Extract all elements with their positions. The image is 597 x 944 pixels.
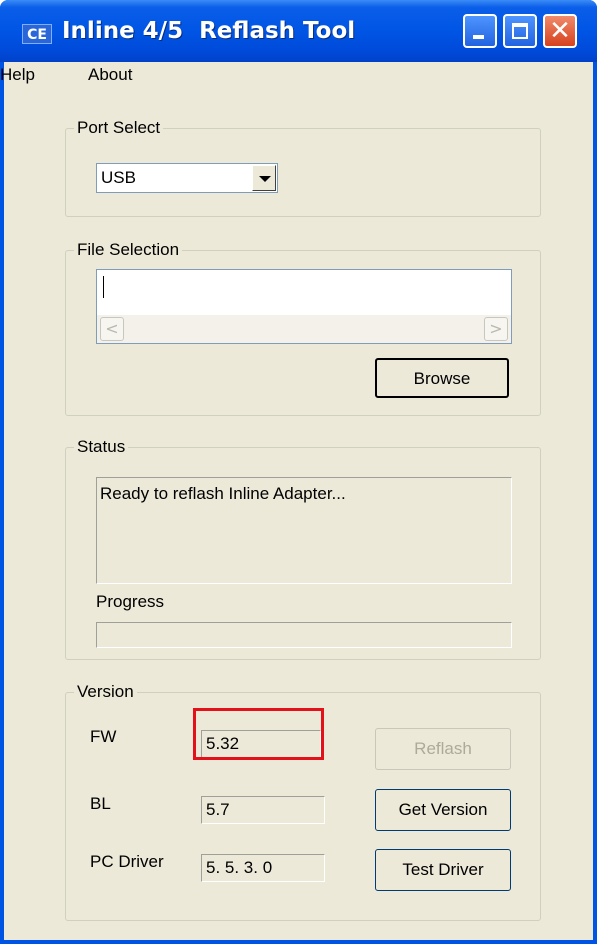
test-driver-button[interactable]: Test Driver — [375, 849, 511, 891]
port-select-legend: Port Select — [77, 118, 161, 137]
menu-bar: Help About — [0, 62, 593, 88]
file-path-field[interactable]: < > — [96, 269, 512, 344]
fw-highlight-box — [193, 708, 324, 760]
status-legend: Status — [77, 437, 126, 456]
port-select-dropdown[interactable]: USB — [96, 163, 278, 193]
close-button[interactable]: ✕ — [543, 14, 577, 48]
window-title: Inline 4/5 Reflash Tool — [62, 18, 356, 44]
menu-help[interactable]: Help — [0, 65, 35, 85]
file-selection-legend: File Selection — [77, 240, 180, 259]
close-icon: ✕ — [549, 16, 571, 46]
scroll-right-icon[interactable]: > — [484, 317, 508, 341]
bl-label: BL — [90, 794, 111, 813]
get-version-button[interactable]: Get Version — [375, 789, 511, 831]
status-message: Ready to reflash Inline Adapter... — [100, 484, 346, 503]
dialog-client-area: Help About Port Select USB File Selectio… — [0, 62, 593, 940]
dropdown-button[interactable] — [252, 165, 276, 191]
maximize-button[interactable] — [503, 14, 537, 48]
horizontal-scrollbar[interactable]: < > — [97, 315, 511, 343]
progress-label: Progress — [96, 592, 165, 611]
chevron-down-icon — [259, 176, 271, 182]
reflash-button[interactable]: Reflash — [375, 728, 511, 770]
menu-about[interactable]: About — [88, 65, 132, 85]
app-icon: CE — [22, 24, 52, 44]
app-window: CE Inline 4/5 Reflash Tool ✕ Help About … — [0, 0, 597, 944]
browse-button[interactable]: Browse — [375, 358, 509, 398]
version-legend: Version — [77, 682, 134, 701]
scroll-left-icon[interactable]: < — [100, 317, 124, 341]
bl-version-field: 5.7 — [201, 796, 325, 824]
title-bar[interactable]: CE Inline 4/5 Reflash Tool ✕ — [0, 0, 597, 62]
maximize-icon — [512, 23, 528, 39]
port-select-value: USB — [101, 168, 136, 187]
status-message-box: Ready to reflash Inline Adapter... — [96, 477, 512, 584]
minimize-icon — [473, 35, 484, 39]
text-caret — [103, 276, 104, 298]
pc-driver-label: PC Driver — [90, 852, 164, 871]
pc-driver-version-field: 5. 5. 3. 0 — [201, 854, 325, 882]
progress-bar — [96, 622, 512, 648]
minimize-button[interactable] — [463, 14, 497, 48]
fw-label: FW — [90, 727, 117, 746]
